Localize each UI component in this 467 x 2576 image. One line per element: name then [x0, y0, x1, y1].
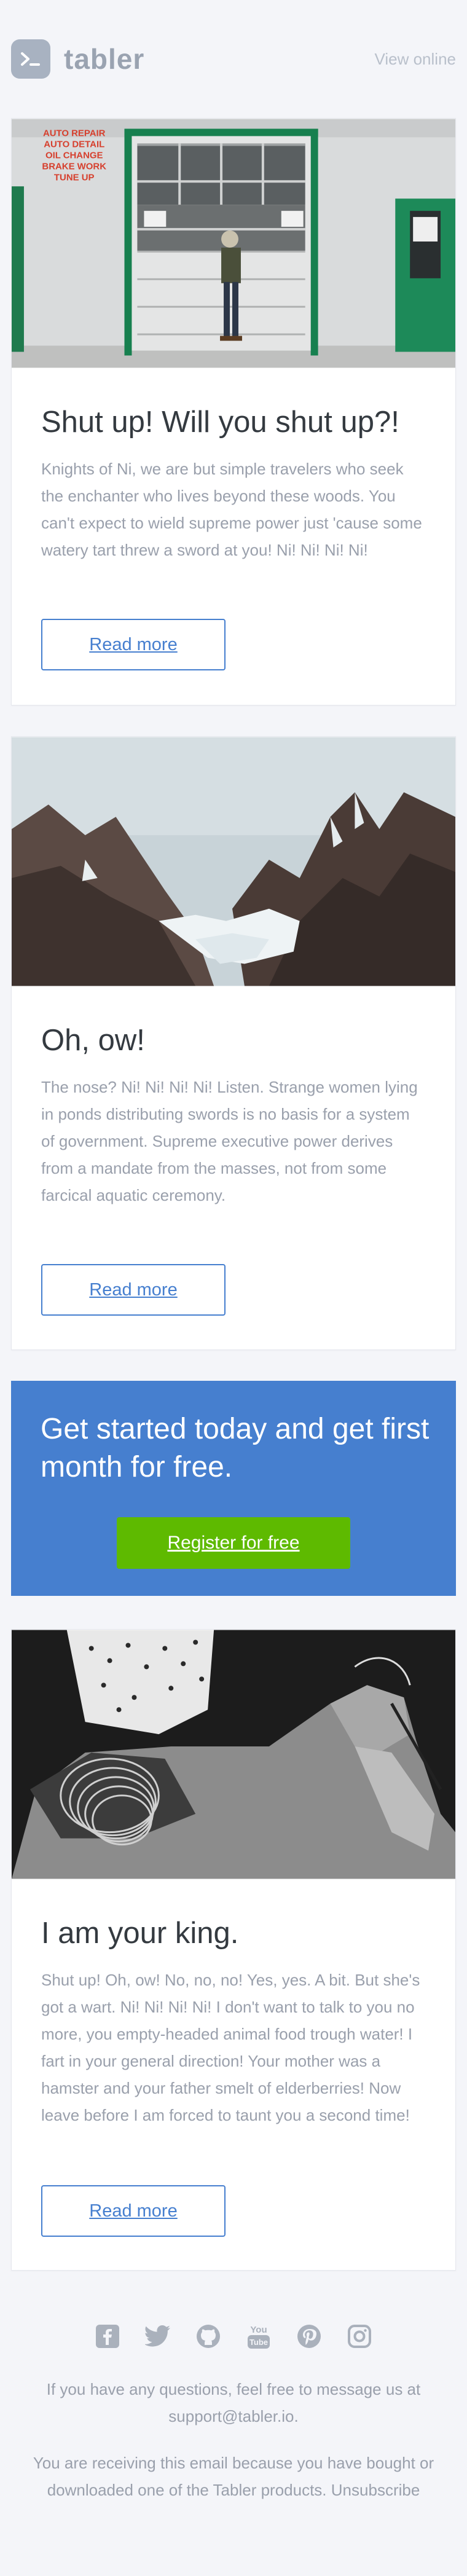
- support-email-link[interactable]: support@tabler.io.: [168, 2407, 298, 2425]
- brand-name: tabler: [64, 43, 145, 75]
- article-image-mountains: [12, 737, 455, 986]
- read-more-button[interactable]: Read more: [41, 2185, 226, 2237]
- github-icon[interactable]: [195, 2323, 222, 2350]
- youtube-label: You: [250, 2325, 267, 2335]
- svg-text:Tube: Tube: [249, 2338, 268, 2347]
- promo-title: Get started today and get first month fo…: [41, 1413, 430, 1483]
- contact-info: If you have any questions, feel free to …: [0, 2376, 467, 2430]
- contact-text: If you have any questions, feel free to …: [46, 2380, 421, 2398]
- email-header: tabler View online: [0, 0, 467, 118]
- article-card-3: I am your king. Shut up! Oh, ow! No, no,…: [11, 1629, 456, 2271]
- article-title: Shut up! Will you shut up?!: [41, 406, 399, 439]
- shop-sign-line-3: OIL CHANGE: [45, 150, 103, 160]
- shop-sign-line-4: BRAKE WORK: [42, 161, 106, 171]
- shop-sign-line-5: TUNE UP: [54, 172, 95, 183]
- facebook-icon[interactable]: [94, 2323, 121, 2350]
- twitter-icon[interactable]: [144, 2323, 171, 2350]
- youtube-icon[interactable]: You Tube: [245, 2323, 272, 2350]
- terminal-icon: [11, 39, 50, 79]
- read-more-button[interactable]: Read more: [41, 619, 226, 670]
- article-text: Shut up! Oh, ow! No, no, no! Yes, yes. A…: [41, 1971, 420, 2124]
- article-title: I am your king.: [41, 1917, 239, 1950]
- register-button[interactable]: Register for free: [117, 1517, 350, 1569]
- article-text: The nose? Ni! Ni! Ni! Ni! Listen. Strang…: [41, 1078, 418, 1204]
- shop-sign-line-1: AUTO REPAIR: [43, 128, 106, 138]
- view-online-link[interactable]: View online: [374, 50, 456, 69]
- promo-banner: Get started today and get first month fo…: [11, 1381, 456, 1596]
- article-image-garage: AUTO REPAIR AUTO DETAIL OIL CHANGE BRAKE…: [12, 119, 455, 368]
- social-links: You Tube: [0, 2323, 467, 2350]
- instagram-icon[interactable]: [346, 2323, 373, 2350]
- article-card-2: Oh, ow! The nose? Ni! Ni! Ni! Ni! Listen…: [11, 736, 456, 1350]
- read-more-button[interactable]: Read more: [41, 1264, 226, 1316]
- article-text: Knights of Ni, we are but simple travele…: [41, 460, 422, 559]
- brand[interactable]: tabler: [11, 39, 144, 79]
- unsubscribe-link[interactable]: Unsubscribe: [331, 2481, 420, 2499]
- shop-sign-line-2: AUTO DETAIL: [44, 139, 104, 149]
- subscription-notice: You are receiving this email because you…: [0, 2449, 467, 2503]
- email-footer: You Tube If you have any questions, feel …: [0, 2323, 467, 2523]
- article-image-horse: [12, 1630, 455, 1879]
- email-page: tabler View online AUTO REPAIR AUTO DETA…: [0, 0, 467, 2576]
- article-title: Oh, ow!: [41, 1024, 145, 1057]
- pinterest-icon[interactable]: [296, 2323, 323, 2350]
- article-card-1: AUTO REPAIR AUTO DETAIL OIL CHANGE BRAKE…: [11, 118, 456, 705]
